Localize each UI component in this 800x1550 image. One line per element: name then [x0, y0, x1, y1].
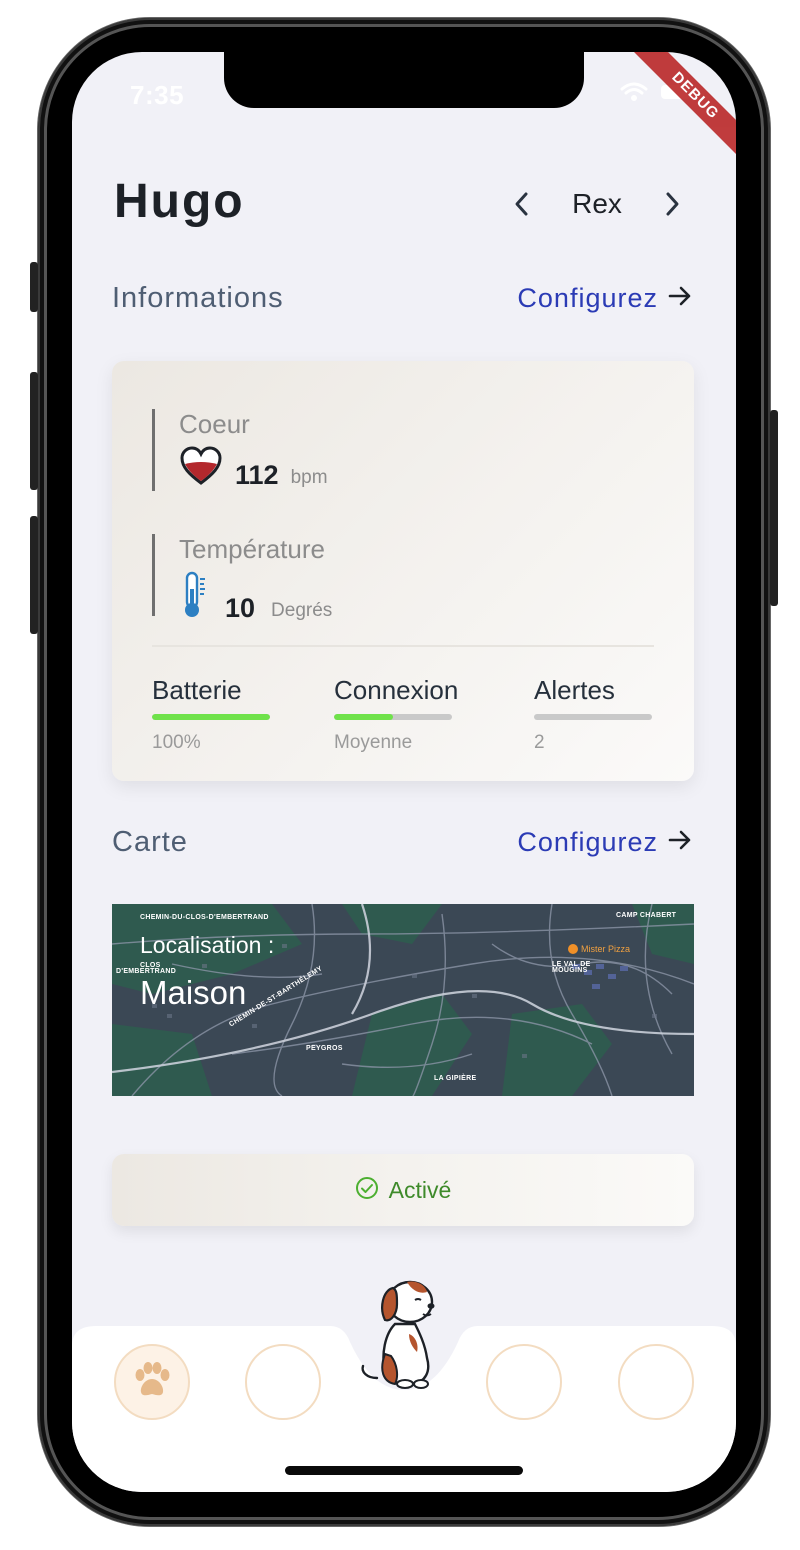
status-label: Activé	[388, 1176, 452, 1203]
location-title: Localisation :	[140, 932, 275, 958]
section-title-carte: Carte	[112, 826, 188, 858]
map-place-label: CHEMIN-DU-CLOS-D'EMBERTRAND	[140, 914, 269, 921]
dog-mascot-icon[interactable]	[355, 1274, 455, 1397]
arrow-right-icon	[668, 283, 692, 314]
configure-carte-link[interactable]: Configurez	[517, 827, 692, 858]
stat-progress-bar	[334, 714, 452, 720]
temperature-metric: Température 10 Degrés	[152, 534, 332, 623]
chevron-left-icon[interactable]	[502, 184, 542, 224]
stat-label: Connexion	[334, 675, 459, 705]
temperature-unit: Degrés	[271, 600, 333, 621]
heart-metric: Coeur 112 bpm	[152, 409, 328, 491]
nav-button-4[interactable]	[618, 1344, 694, 1420]
status-activated-button[interactable]: Activé	[112, 1154, 694, 1226]
stat-label: Batterie	[152, 675, 242, 705]
configure-label: Configurez	[517, 283, 658, 313]
map-place-label: LA GIPIÈRE	[434, 1075, 477, 1082]
configure-informations-link[interactable]: Configurez	[517, 283, 692, 314]
side-button-power	[770, 410, 778, 606]
chevron-right-icon[interactable]	[652, 184, 692, 224]
stat-progress-fill	[334, 714, 393, 720]
pet-name: Rex	[572, 188, 622, 219]
poi-label: Mister Pizza	[581, 944, 631, 954]
info-card: Coeur 112 bpm Température 10 Degrés Batt…	[112, 361, 694, 781]
home-indicator[interactable]	[285, 1466, 523, 1475]
stat-connexion: Connexion Moyenne	[334, 675, 459, 754]
nav-button-2[interactable]	[245, 1344, 321, 1420]
stat-progress-bar	[152, 714, 270, 720]
carte-header: Carte Configurez	[112, 826, 692, 859]
stat-alertes: Alertes 2	[534, 675, 654, 754]
stat-progress-bar	[534, 714, 652, 720]
stat-progress-fill	[152, 714, 270, 720]
paw-icon	[132, 1361, 172, 1404]
heart-value: 112	[235, 460, 279, 490]
side-button-volume-down	[30, 516, 38, 634]
stat-value: 2	[534, 732, 545, 753]
side-button-volume-up	[30, 372, 38, 490]
app-screen: 7:35 DEBUG Hugo Rex Informations Configu…	[72, 52, 736, 1492]
nav-button-3[interactable]	[486, 1344, 562, 1420]
notch	[224, 52, 584, 108]
page-title: Hugo	[114, 175, 245, 228]
temperature-label: Température	[179, 534, 325, 564]
section-title-informations: Informations	[112, 282, 284, 314]
map-place-label: CAMP CHABERT	[616, 912, 677, 919]
informations-header: Informations Configurez	[112, 282, 692, 315]
stat-batterie: Batterie 100%	[152, 675, 272, 754]
map-place-label: PEYGROS	[306, 1045, 343, 1052]
nav-button-paw[interactable]	[114, 1344, 190, 1420]
temperature-value: 10	[225, 593, 256, 623]
map-place-label: MOUGINS	[552, 967, 588, 974]
wifi-icon	[620, 82, 648, 102]
status-time: 7:35	[130, 80, 185, 110]
side-button-silent	[30, 262, 38, 312]
configure-label: Configurez	[517, 827, 658, 857]
pet-switcher: Rex	[502, 184, 692, 224]
location-value: Maison	[140, 974, 247, 1011]
heart-unit: bpm	[290, 467, 328, 488]
check-circle-icon	[355, 1176, 379, 1205]
stat-label: Alertes	[534, 675, 615, 705]
heart-label: Coeur	[179, 409, 250, 439]
restaurant-icon	[568, 944, 578, 954]
location-map[interactable]: CHEMIN-DU-CLOS-D'EMBERTRAND CLOS D'EMBER…	[112, 904, 694, 1096]
heart-icon	[179, 446, 223, 491]
stat-value: 100%	[152, 732, 201, 753]
thermometer-icon	[179, 571, 209, 624]
map-poi[interactable]: Mister Pizza	[568, 944, 630, 954]
card-divider	[152, 645, 654, 647]
arrow-right-icon	[668, 827, 692, 858]
stat-value: Moyenne	[334, 732, 413, 753]
